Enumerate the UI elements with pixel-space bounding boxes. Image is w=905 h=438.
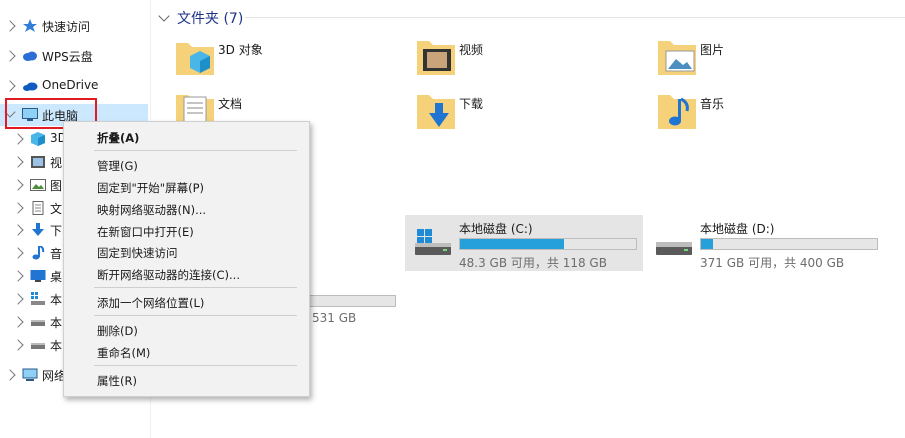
chevron-right-icon[interactable] [12,202,24,214]
chevron-right-icon[interactable] [12,293,24,305]
chevron-right-icon[interactable] [12,247,24,259]
drive-icon [30,338,46,352]
sidebar-item-quick-access[interactable]: 快速访问 [0,15,148,37]
drive-capacity: 48.3 GB 可用，共 118 GB [459,256,607,270]
chevron-right-icon[interactable] [4,20,16,32]
chevron-right-icon[interactable] [12,156,24,168]
folder-pictures[interactable]: 图片 [656,37,886,87]
folder-label: 文档 [218,97,243,111]
downloads-folder-icon [415,91,459,131]
sidebar-item-label: 本 [50,293,63,307]
menu-item-pin-to-start[interactable]: 固定到"开始"屏幕(P) [97,180,204,196]
sidebar-item-label: WPS云盘 [42,50,93,64]
star-icon [22,19,38,33]
context-menu: 折叠(A) 管理(G) 固定到"开始"屏幕(P) 映射网络驱动器(N)... 在… [63,121,310,397]
download-icon [30,223,46,237]
menu-item-manage[interactable]: 管理(G) [97,158,138,174]
folder-label: 3D 对象 [218,43,263,57]
drive-usage-bar [459,238,637,250]
video-icon [30,155,46,169]
drive-name: 本地磁盘 (C:) [459,222,533,236]
menu-item-rename[interactable]: 重命名(M) [97,345,150,361]
drive-icon [30,315,46,329]
cloud-icon [22,49,38,63]
folders-group-title: 文件夹 (7) [177,11,244,27]
chevron-right-icon[interactable] [12,270,24,282]
videos-folder-icon [415,37,459,77]
windows-drive-icon [30,292,46,306]
folder-3d-objects[interactable]: 3D 对象 [174,37,404,87]
menu-item-pin-quick-access[interactable]: 固定到快速访问 [97,245,178,261]
desktop-icon [30,269,46,283]
sidebar-item-label: 本 [50,316,63,330]
music-icon [30,245,46,260]
folder-music[interactable]: 音乐 [656,91,886,141]
sidebar-item-label: 文 [50,202,63,216]
network-icon [22,368,38,382]
document-icon [30,201,46,215]
drive-usage-fill [701,239,714,249]
chevron-right-icon[interactable] [12,133,24,145]
sidebar-item-label: OneDrive [42,78,99,92]
chevron-right-icon[interactable] [12,179,24,191]
menu-separator [94,150,297,151]
windows-drive-icon [413,229,453,257]
menu-item-add-network-location[interactable]: 添加一个网络位置(L) [97,295,204,311]
menu-item-properties[interactable]: 属性(R) [97,373,137,389]
menu-item-disconnect-network-drive[interactable]: 断开网络驱动器的连接(C)... [97,267,240,283]
folder-label: 图片 [700,43,725,57]
menu-separator [94,287,297,288]
menu-item-delete[interactable]: 删除(D) [97,323,138,339]
folder-downloads[interactable]: 下载 [415,91,645,141]
menu-item-open-new-window[interactable]: 在新窗口中打开(E) [97,224,194,240]
drive-name: 本地磁盘 (D:) [700,222,775,236]
folder-label: 下载 [459,97,484,111]
folder-label: 音乐 [700,97,725,111]
pictures-folder-icon [656,37,700,77]
drive-d[interactable]: 本地磁盘 (D:) 371 GB 可用，共 400 GB [646,215,886,271]
sidebar-item-label: 快速访问 [42,20,91,34]
menu-separator [94,315,297,316]
folder-label: 视频 [459,43,484,57]
drive-c[interactable]: 本地磁盘 (C:) 48.3 GB 可用，共 118 GB [405,215,643,271]
folders-group-header[interactable]: 文件夹 (7) [158,8,244,28]
chevron-right-icon[interactable] [4,50,16,62]
sidebar-item-onedrive[interactable]: OneDrive [0,75,148,97]
3d-object-icon [30,132,46,146]
sidebar-item-label: 图 [50,179,63,193]
menu-item-map-network-drive[interactable]: 映射网络驱动器(N)... [97,202,206,218]
chevron-right-icon[interactable] [12,224,24,236]
sidebar-item-label: 视 [50,156,63,170]
drive-usage-bar [700,238,878,250]
folder-videos[interactable]: 视频 [415,37,645,87]
3d-objects-folder-icon [174,37,218,77]
chevron-right-icon[interactable] [12,316,24,328]
chevron-right-icon[interactable] [12,339,24,351]
drive-icon [654,229,694,257]
sidebar-item-label: 下 [50,224,63,238]
drive-usage-bar [300,295,396,307]
menu-item-collapse[interactable]: 折叠(A) [97,130,139,146]
menu-separator [94,365,297,366]
sidebar-item-wps-cloud[interactable]: WPS云盘 [0,45,148,67]
group-divider [245,17,905,18]
drive-usage-fill [460,239,564,249]
chevron-right-icon[interactable] [4,369,16,381]
sidebar-item-label: 桌 [50,270,63,284]
drive-capacity: 531 GB [312,311,357,325]
sidebar-item-label: 本 [50,339,63,353]
drive-capacity: 371 GB 可用，共 400 GB [700,256,845,270]
picture-icon [30,178,46,192]
chevron-down-icon[interactable] [158,10,170,22]
sidebar-item-label: 音 [50,247,63,261]
onedrive-cloud-icon [22,79,38,93]
chevron-right-icon[interactable] [4,80,16,92]
music-folder-icon [656,91,700,131]
